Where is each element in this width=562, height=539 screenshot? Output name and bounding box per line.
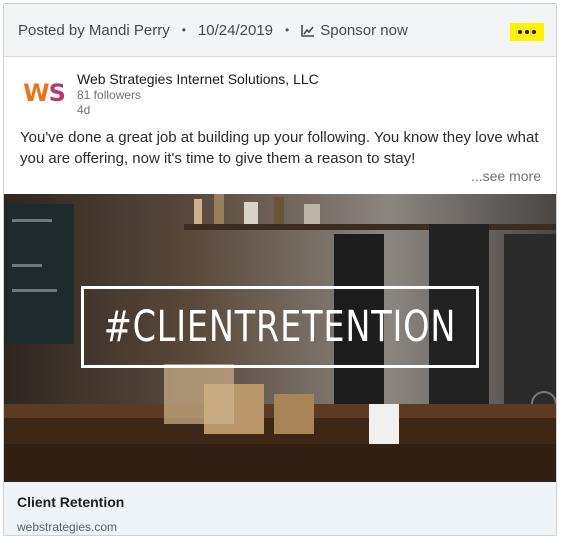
sponsor-now-button[interactable]: Sponsor now	[301, 22, 408, 39]
see-more-link[interactable]: ...see more	[471, 168, 541, 184]
separator-dot: •	[181, 23, 186, 37]
ellipsis-icon	[532, 30, 536, 34]
logo-letter-s: S	[48, 79, 66, 107]
link-preview-footer[interactable]: Client Retention webstrategies.com	[4, 482, 556, 535]
company-meta: Web Strategies Internet Solutions, LLC 8…	[77, 70, 319, 118]
separator-dot: •	[285, 23, 290, 37]
link-domain: webstrategies.com	[17, 520, 118, 534]
more-options-button[interactable]	[510, 23, 544, 41]
company-followers: 81 followers	[77, 88, 142, 102]
post-body-text: You've done a great job at building up y…	[20, 129, 539, 167]
sponsor-now-label: Sponsor now	[320, 21, 408, 39]
sponsored-post-card: Posted by Mandi Perry • 10/24/2019 • Spo…	[3, 3, 557, 536]
company-info: WS Web Strategies Internet Solutions, LL…	[21, 70, 319, 118]
posted-by-text: Posted by Mandi Perry	[18, 21, 170, 39]
trending-chart-icon	[301, 24, 315, 37]
ellipsis-icon	[525, 30, 529, 34]
link-title: Client Retention	[17, 494, 125, 510]
ellipsis-icon	[518, 30, 522, 34]
hashtag-overlay-text: #CLIENTRETENTION	[103, 302, 457, 352]
company-name[interactable]: Web Strategies Internet Solutions, LLC	[77, 70, 319, 88]
post-image[interactable]: #CLIENTRETENTION	[4, 194, 556, 482]
logo-letter-w: W	[23, 79, 50, 107]
company-logo[interactable]: WS	[21, 70, 67, 116]
post-age: 4d	[77, 103, 91, 117]
post-date: 10/24/2019	[197, 21, 274, 39]
hashtag-frame: #CLIENTRETENTION	[81, 286, 479, 368]
post-header: Posted by Mandi Perry • 10/24/2019 • Spo…	[4, 4, 556, 57]
